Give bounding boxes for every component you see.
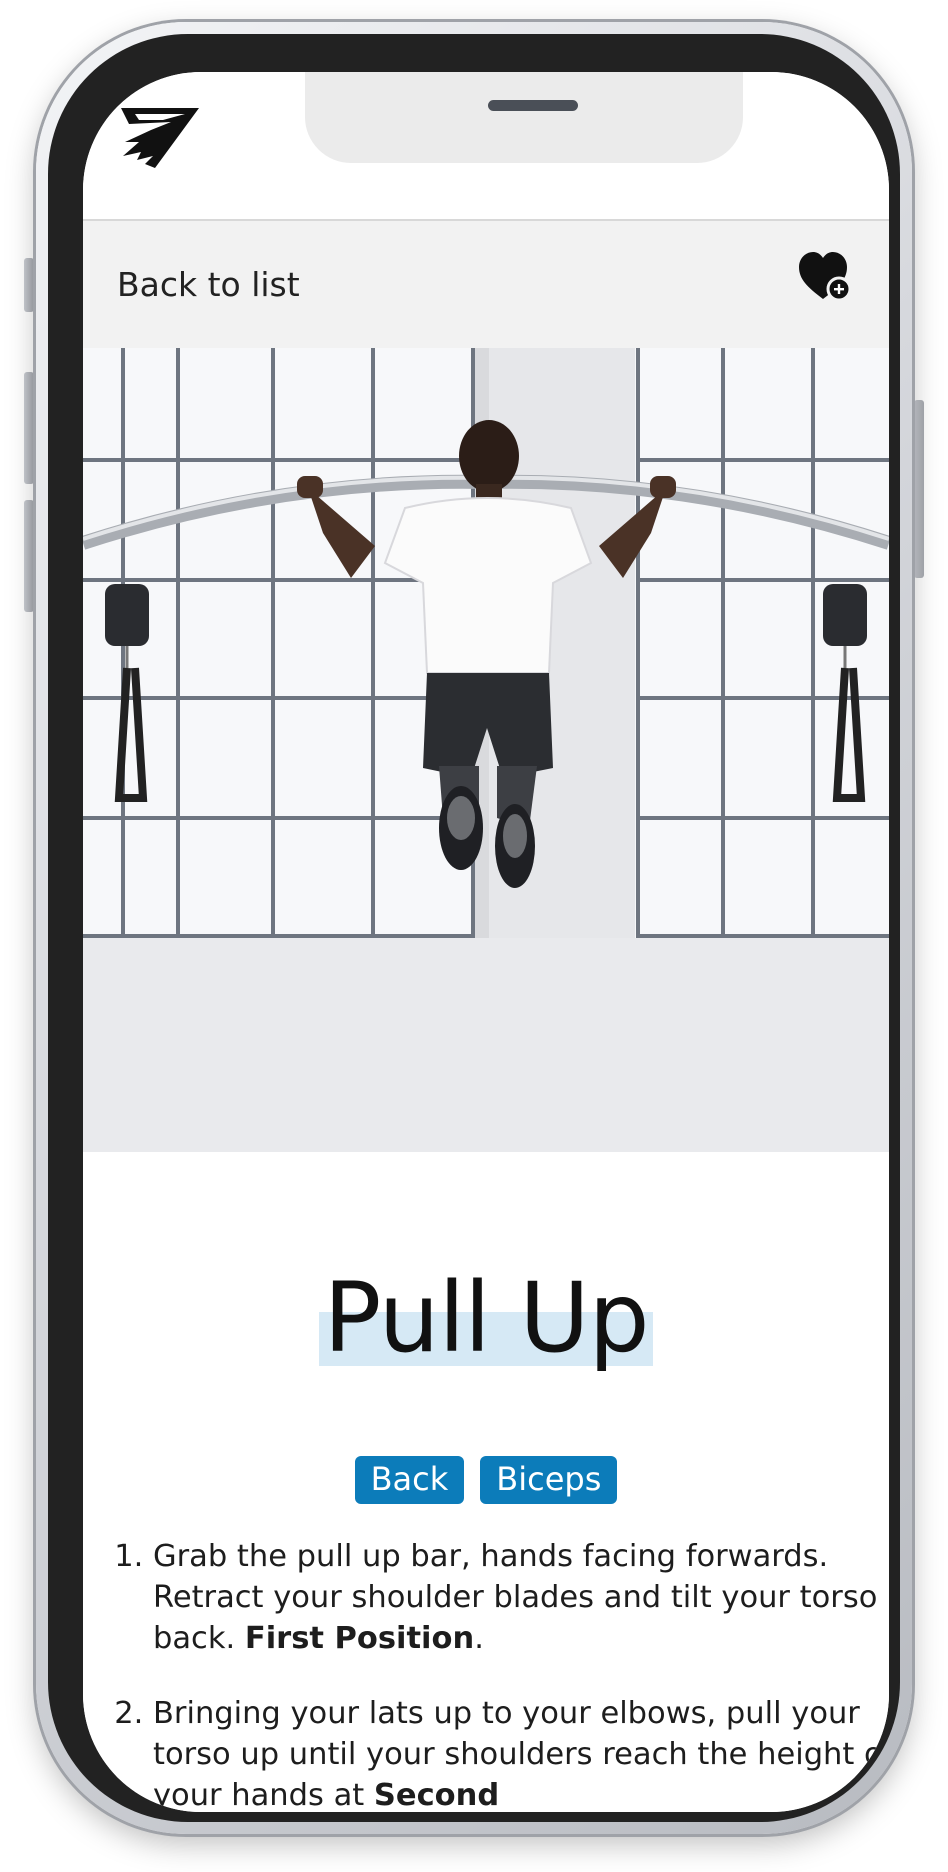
volume-up-button <box>24 372 34 484</box>
mute-switch <box>24 258 34 312</box>
power-button <box>914 400 924 578</box>
back-to-list-link[interactable]: Back to list <box>117 265 300 304</box>
notch <box>305 72 743 163</box>
pull-up-photo <box>83 348 889 1152</box>
step-text: Bringing your lats up to your elbows, pu… <box>153 1696 889 1812</box>
add-favorite-heart-icon[interactable] <box>797 249 853 305</box>
step-emphasis: Second <box>373 1778 500 1812</box>
device-mockup: Back to list Pull Up Back Biceps 1. Grab… <box>0 0 948 1872</box>
phone-screen: Back to list Pull Up Back Biceps 1. Grab… <box>83 72 889 1812</box>
tag-biceps[interactable]: Biceps <box>480 1456 618 1504</box>
step-item: Grab the pull up bar, hands facing forwa… <box>153 1536 889 1659</box>
volume-down-button <box>24 500 34 612</box>
step-tail: . <box>474 1621 484 1656</box>
muscle-tags: Back Biceps <box>83 1456 889 1504</box>
instruction-steps: Grab the pull up bar, hands facing forwa… <box>113 1536 889 1812</box>
step-item: Bringing your lats up to your elbows, pu… <box>153 1693 889 1812</box>
exercise-title: Pull Up <box>319 1270 653 1366</box>
brand-logo-icon[interactable] <box>115 102 205 172</box>
phone-bezel: Back to list Pull Up Back Biceps 1. Grab… <box>48 34 900 1822</box>
title-container: Pull Up <box>83 1270 889 1366</box>
detail-toolbar: Back to list <box>83 221 889 348</box>
step-emphasis: First Position <box>244 1621 475 1656</box>
exercise-image <box>83 348 889 1152</box>
speaker-grille <box>488 100 578 111</box>
phone-frame: Back to list Pull Up Back Biceps 1. Grab… <box>36 22 912 1834</box>
exercise-details: Pull Up Back Biceps Grab the pull up bar… <box>83 1152 889 1812</box>
tag-back[interactable]: Back <box>354 1456 465 1504</box>
